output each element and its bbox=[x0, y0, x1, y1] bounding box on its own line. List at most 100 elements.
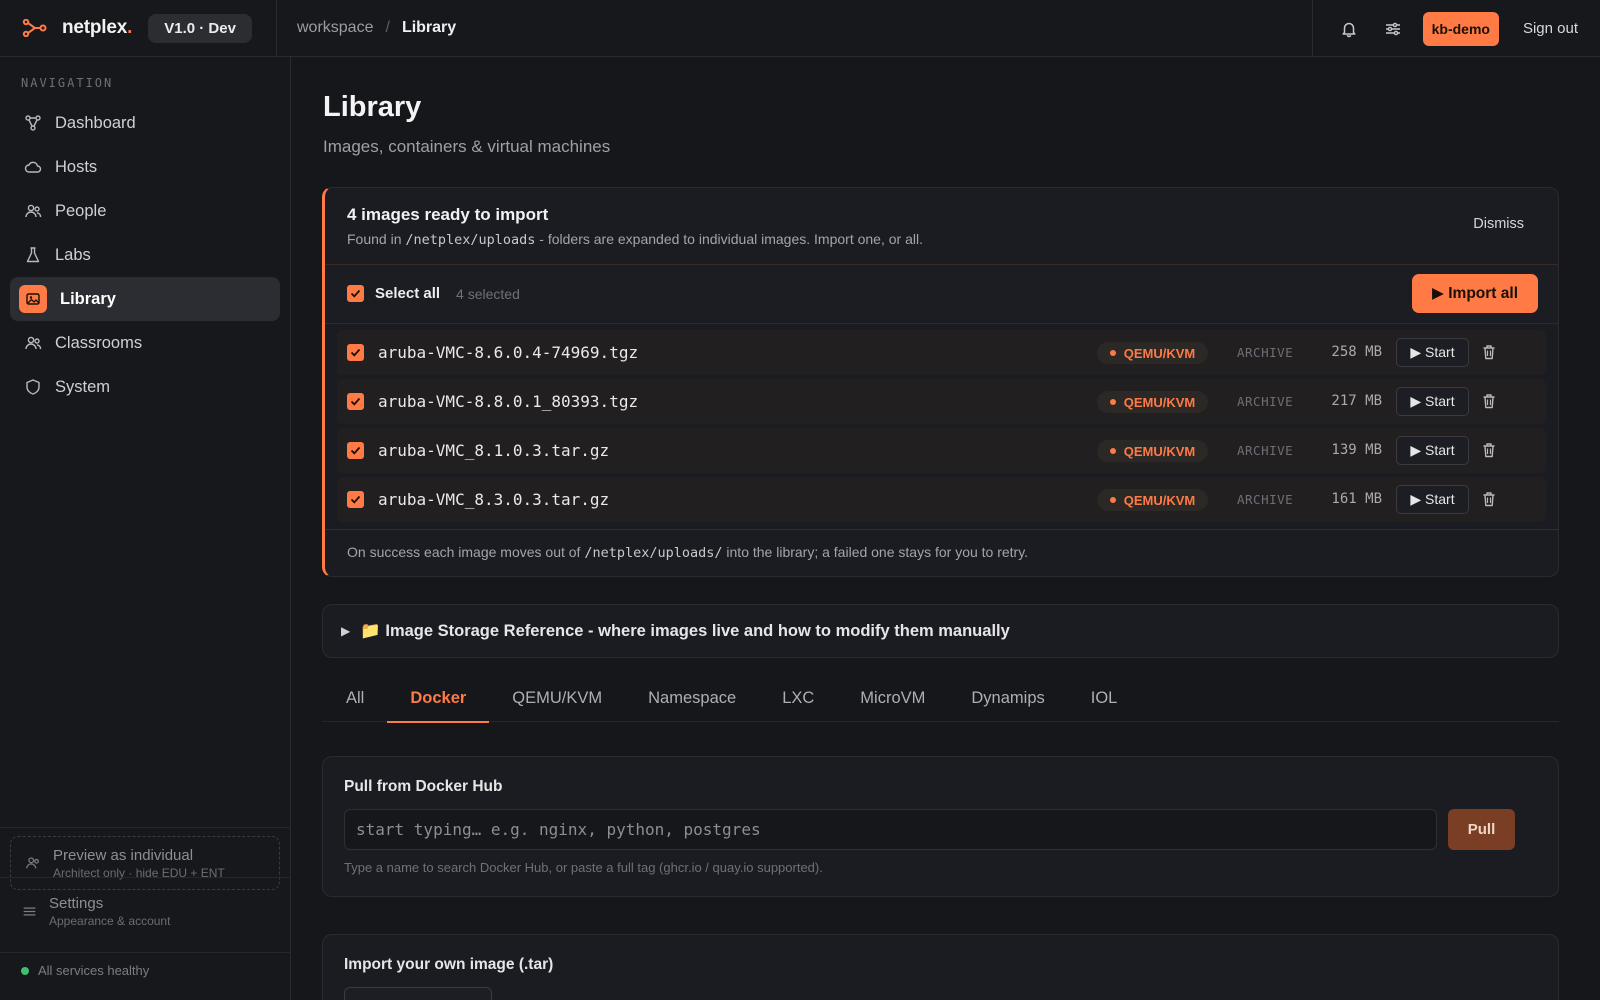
sliders-icon bbox=[22, 904, 37, 919]
status-dot bbox=[21, 966, 29, 975]
import-title: 4 images ready to import bbox=[347, 205, 549, 224]
file-size: 161 MB bbox=[1331, 491, 1382, 507]
pull-button[interactable]: Pull bbox=[1448, 809, 1515, 850]
sidebar-item-people[interactable]: People bbox=[10, 189, 280, 233]
tab-dynamips[interactable]: Dynamips bbox=[948, 674, 1067, 722]
checkbox-checked-icon[interactable] bbox=[347, 442, 364, 459]
type-badge: QEMU/KVM bbox=[1097, 342, 1208, 364]
settings-link[interactable]: Settings Appearance & account bbox=[22, 895, 170, 928]
dismiss-button[interactable]: Dismiss bbox=[1473, 216, 1524, 232]
start-button[interactable]: ▶ Start bbox=[1396, 436, 1469, 465]
user-badge[interactable]: kb-demo bbox=[1422, 11, 1499, 46]
cloud-icon bbox=[23, 157, 43, 177]
people-icon bbox=[23, 333, 43, 353]
trash-icon[interactable] bbox=[1480, 490, 1498, 508]
tab-microvm[interactable]: MicroVM bbox=[837, 674, 948, 722]
start-button[interactable]: ▶ Start bbox=[1396, 485, 1469, 514]
file-size: 217 MB bbox=[1331, 393, 1382, 409]
runtime-tabs: All Docker QEMU/KVM Namespace LXC MicroV… bbox=[322, 674, 1559, 723]
tab-all[interactable]: All bbox=[322, 674, 387, 722]
file-size: 139 MB bbox=[1331, 442, 1382, 458]
import-own-title: Import your own image (.tar) bbox=[344, 956, 554, 973]
sidebar-divider bbox=[0, 952, 291, 953]
preview-as-individual[interactable]: Preview as individual Architect only · h… bbox=[10, 836, 280, 890]
kind-label: ARCHIVE bbox=[1237, 443, 1294, 458]
list-item: aruba-VMC_8.1.0.3.tar.gz QEMU/KVM ARCHIV… bbox=[337, 428, 1546, 473]
list-item: aruba-VMC-8.6.0.4-74969.tgz QEMU/KVM ARC… bbox=[337, 330, 1546, 375]
breadcrumb: workspace / Library bbox=[297, 19, 456, 37]
image-icon bbox=[19, 285, 47, 313]
storage-reference-label: 📁 Image Storage Reference - where images… bbox=[360, 621, 1010, 640]
sliders-icon[interactable] bbox=[1373, 9, 1413, 49]
tab-qemu-kvm[interactable]: QEMU/KVM bbox=[489, 674, 625, 722]
health-text: All services healthy bbox=[38, 963, 150, 978]
disclosure-triangle-icon: ▶ bbox=[341, 624, 351, 638]
graph-icon bbox=[23, 113, 43, 133]
breadcrumb-separator: / bbox=[385, 19, 390, 36]
sidebar-item-label: Hosts bbox=[55, 157, 98, 176]
trash-icon[interactable] bbox=[1480, 441, 1498, 459]
import-description: Found in /netplex/uploads - folders are … bbox=[347, 231, 923, 248]
start-button[interactable]: ▶ Start bbox=[1396, 338, 1469, 367]
select-all-label: Select all bbox=[375, 285, 441, 302]
sidebar-item-labs[interactable]: Labs bbox=[10, 233, 280, 277]
sidebar-item-label: People bbox=[55, 201, 107, 220]
settings-title: Settings bbox=[49, 895, 104, 912]
brand-name: netplex. bbox=[62, 17, 133, 38]
sidebar-item-dashboard[interactable]: Dashboard bbox=[10, 101, 280, 145]
pull-title: Pull from Docker Hub bbox=[344, 778, 503, 795]
pull-help-text: Type a name to search Docker Hub, or pas… bbox=[344, 860, 823, 875]
storage-reference-toggle[interactable]: ▶ 📁 Image Storage Reference - where imag… bbox=[322, 604, 1559, 658]
sidebar-item-label: Dashboard bbox=[55, 113, 136, 132]
tab-lxc[interactable]: LXC bbox=[759, 674, 837, 722]
bell-icon[interactable] bbox=[1329, 9, 1369, 49]
sidebar-item-label: Labs bbox=[55, 245, 91, 264]
trash-icon[interactable] bbox=[1480, 343, 1498, 361]
tab-docker[interactable]: Docker bbox=[387, 674, 490, 723]
start-button[interactable]: ▶ Start bbox=[1396, 387, 1469, 416]
sidebar-item-label: Classrooms bbox=[55, 333, 143, 352]
page-title: Library bbox=[323, 91, 422, 123]
choose-file-button[interactable] bbox=[344, 987, 492, 1000]
sidebar-item-classrooms[interactable]: Classrooms bbox=[10, 321, 280, 365]
list-item: aruba-VMC-8.8.0.1_80393.tgz QEMU/KVM ARC… bbox=[337, 379, 1546, 424]
main-content: Library Images, containers & virtual mac… bbox=[292, 57, 1600, 1000]
sidebar-item-label: System bbox=[55, 377, 111, 396]
version-badge[interactable]: V1.0 · Dev bbox=[148, 13, 252, 43]
shield-icon bbox=[23, 377, 43, 397]
preview-title: Preview as individual bbox=[53, 846, 194, 864]
tab-iol[interactable]: IOL bbox=[1068, 674, 1141, 722]
checkbox-checked-icon[interactable] bbox=[347, 491, 364, 508]
image-filename: aruba-VMC-8.6.0.4-74969.tgz bbox=[378, 343, 639, 362]
netplex-logo-icon bbox=[22, 19, 47, 37]
people-icon bbox=[23, 201, 43, 221]
sidebar-item-label: Library bbox=[60, 289, 116, 308]
kind-label: ARCHIVE bbox=[1237, 394, 1294, 409]
sidebar-divider bbox=[0, 877, 291, 878]
image-filename: aruba-VMC_8.1.0.3.tar.gz bbox=[378, 441, 610, 460]
import-all-button[interactable]: ▶ Import all bbox=[1412, 274, 1538, 313]
sidebar-item-library[interactable]: Library bbox=[10, 277, 280, 321]
breadcrumb-workspace[interactable]: workspace bbox=[297, 19, 373, 37]
sidebar-item-hosts[interactable]: Hosts bbox=[10, 145, 280, 189]
file-size: 258 MB bbox=[1331, 344, 1382, 360]
checkbox-checked-icon[interactable] bbox=[347, 285, 364, 302]
list-item: aruba-VMC_8.3.0.3.tar.gz QEMU/KVM ARCHIV… bbox=[337, 477, 1546, 522]
checkbox-checked-icon[interactable] bbox=[347, 393, 364, 410]
top-actions: kb-demo Sign out bbox=[1311, 0, 1600, 57]
import-toolbar: Select all 4 selected ▶ Import all bbox=[325, 264, 1558, 324]
select-all[interactable]: Select all 4 selected bbox=[347, 285, 520, 302]
import-footnote: On success each image moves out of /netp… bbox=[325, 529, 1558, 576]
type-badge: QEMU/KVM bbox=[1097, 391, 1208, 413]
docker-search-input[interactable] bbox=[344, 809, 1437, 850]
tab-namespace[interactable]: Namespace bbox=[625, 674, 759, 722]
sidebar-item-system[interactable]: System bbox=[10, 365, 280, 409]
brand[interactable]: netplex. V1.0 · Dev bbox=[0, 0, 277, 57]
checkbox-checked-icon[interactable] bbox=[347, 344, 364, 361]
flask-icon bbox=[23, 245, 43, 265]
kind-label: ARCHIVE bbox=[1237, 345, 1294, 360]
import-panel: 4 images ready to import Found in /netpl… bbox=[322, 187, 1559, 577]
docker-pull-panel: Pull from Docker Hub Pull Type a name to… bbox=[322, 756, 1559, 897]
sign-out-button[interactable]: Sign out bbox=[1523, 20, 1578, 37]
trash-icon[interactable] bbox=[1480, 392, 1498, 410]
